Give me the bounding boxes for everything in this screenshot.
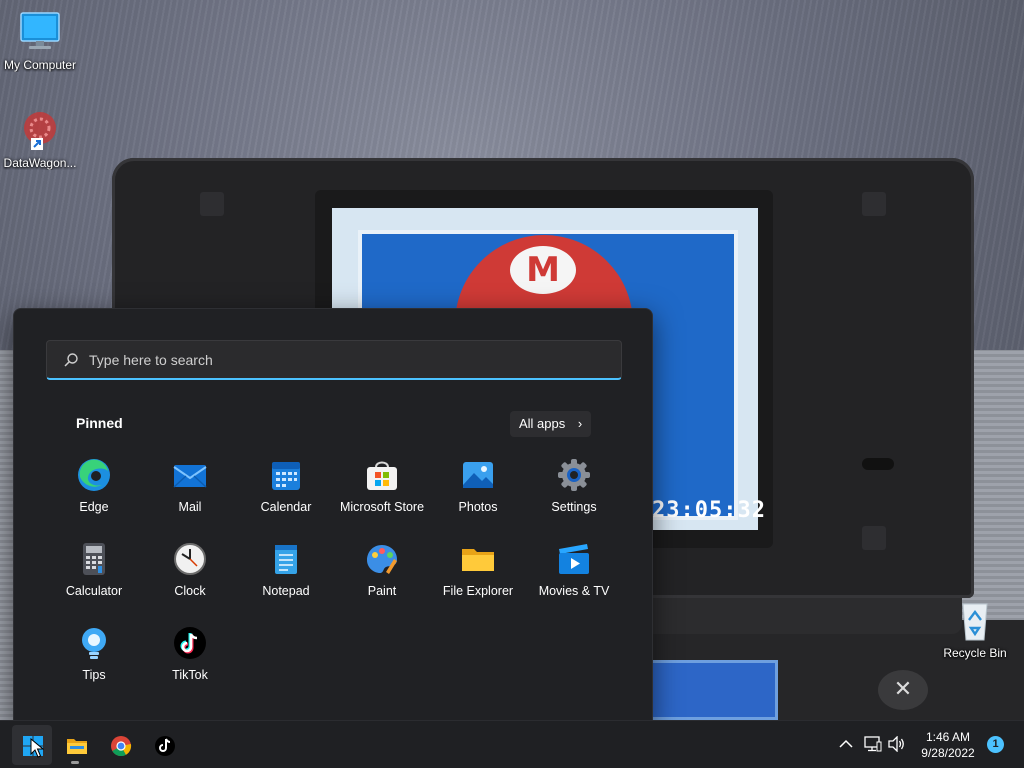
network-tray-button[interactable] xyxy=(862,721,884,768)
app-label: Settings xyxy=(551,500,597,514)
pinned-app-movies-tv[interactable]: Movies & TV xyxy=(526,535,622,619)
app-label: Clock xyxy=(174,584,206,598)
recycle-bin-icon xyxy=(953,598,997,642)
app-label: Tips xyxy=(82,668,106,682)
running-indicator xyxy=(71,761,79,764)
calendar-icon xyxy=(268,457,304,493)
search-icon xyxy=(64,353,78,367)
all-apps-button[interactable]: All apps › xyxy=(510,411,592,437)
app-label: Movies & TV xyxy=(538,584,610,598)
desktop-icon-label: DataWagon... xyxy=(3,156,77,170)
taskbar-tiktok[interactable] xyxy=(144,725,184,765)
wallpaper-console-corner xyxy=(862,526,886,550)
all-apps-label: All apps xyxy=(519,416,566,431)
pinned-app-notepad[interactable]: Notepad xyxy=(238,535,334,619)
volume-icon xyxy=(888,736,904,752)
desktop-icon-recycle-bin[interactable]: Recycle Bin xyxy=(935,598,1015,660)
folder-icon xyxy=(67,739,87,754)
app-label: Mail xyxy=(178,500,202,514)
wallpaper-console-x-button: ✕ xyxy=(878,670,928,710)
app-label: TikTok xyxy=(172,668,208,682)
notepad-icon xyxy=(268,541,304,577)
app-label: File Explorer xyxy=(442,584,514,598)
app-label: Edge xyxy=(79,500,109,514)
show-hidden-icons-button[interactable] xyxy=(836,721,856,768)
clock-icon xyxy=(172,541,208,577)
edge-icon xyxy=(76,457,112,493)
folder-icon xyxy=(460,541,496,577)
settings-gear-icon xyxy=(556,457,592,493)
photos-icon xyxy=(460,457,496,493)
taskbar-file-explorer[interactable] xyxy=(56,725,96,765)
wallpaper-screen-time: 23:05:32 xyxy=(652,498,766,523)
taskbar: 1:46 AM 9/28/2022 xyxy=(0,720,1024,768)
pinned-app-edge[interactable]: Edge xyxy=(46,451,142,535)
movies-icon xyxy=(556,541,592,577)
mouse-cursor-icon xyxy=(30,738,44,758)
monitor-icon xyxy=(18,10,62,54)
mail-icon xyxy=(172,457,208,493)
start-menu: Pinned All apps › Edge xyxy=(13,308,653,728)
app-label: Microsoft Store xyxy=(339,500,425,514)
pinned-app-mail[interactable]: Mail xyxy=(142,451,238,535)
clock-date: 9/28/2022 xyxy=(921,746,975,760)
network-icon xyxy=(864,736,882,752)
pinned-app-clock[interactable]: Clock xyxy=(142,535,238,619)
wallpaper-mario-emblem: M xyxy=(510,246,576,294)
volume-tray-button[interactable] xyxy=(886,721,908,768)
taskbar-clock[interactable]: 1:46 AM 9/28/2022 xyxy=(912,729,984,761)
tiktok-icon xyxy=(155,736,175,756)
datawagon-shortcut-icon xyxy=(18,108,62,152)
taskbar-chrome[interactable] xyxy=(100,725,140,765)
start-search-box[interactable] xyxy=(46,340,622,380)
chevron-right-icon: › xyxy=(577,416,583,431)
notification-badge[interactable]: 1 xyxy=(987,736,1004,753)
chrome-icon xyxy=(111,736,132,757)
tips-lightbulb-icon xyxy=(76,625,112,661)
desktop-icon-my-computer[interactable]: My Computer xyxy=(0,10,80,72)
pinned-app-tips[interactable]: Tips xyxy=(46,619,142,703)
app-label: Calendar xyxy=(260,500,312,514)
pinned-app-microsoft-store[interactable]: Microsoft Store xyxy=(334,451,430,535)
app-label: Photos xyxy=(458,500,498,514)
pinned-app-file-explorer[interactable]: File Explorer xyxy=(430,535,526,619)
paint-icon xyxy=(364,541,400,577)
calculator-icon xyxy=(76,541,112,577)
pinned-app-settings[interactable]: Settings xyxy=(526,451,622,535)
pinned-app-paint[interactable]: Paint xyxy=(334,535,430,619)
pinned-app-calculator[interactable]: Calculator xyxy=(46,535,142,619)
chevron-up-icon xyxy=(839,739,853,748)
app-label: Notepad xyxy=(262,584,310,598)
wallpaper-console-corner xyxy=(862,192,886,216)
search-input[interactable] xyxy=(89,347,609,373)
desktop-icon-label: My Computer xyxy=(3,58,77,72)
pinned-apps-grid: Edge Mail Calendar Microsoft Store Photo… xyxy=(46,451,622,703)
pinned-app-calendar[interactable]: Calendar xyxy=(238,451,334,535)
pinned-app-photos[interactable]: Photos xyxy=(430,451,526,535)
pinned-app-tiktok[interactable]: TikTok xyxy=(142,619,238,703)
wallpaper-console-speaker xyxy=(862,458,894,470)
app-label: Paint xyxy=(367,584,397,598)
pinned-section-title: Pinned xyxy=(76,415,123,431)
clock-time: 1:46 AM xyxy=(925,730,971,744)
wallpaper-console-corner xyxy=(200,192,224,216)
desktop-icon-datawagon[interactable]: DataWagon... xyxy=(0,108,80,170)
store-icon xyxy=(364,457,400,493)
desktop-icon-label: Recycle Bin xyxy=(943,646,1007,660)
app-label: Calculator xyxy=(65,584,123,598)
tiktok-icon xyxy=(172,625,208,661)
